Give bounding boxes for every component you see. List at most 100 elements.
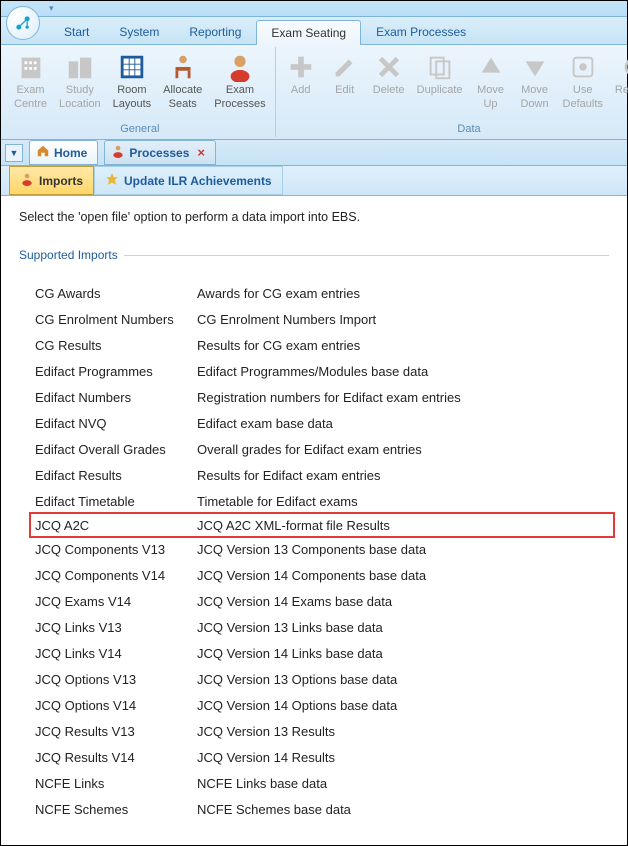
ribbon-button-label: Use bbox=[573, 84, 593, 97]
ribbon-button-add: Add bbox=[279, 47, 323, 122]
import-row[interactable]: Edifact NVQEdifact exam base data bbox=[35, 410, 609, 436]
import-row[interactable]: JCQ Components V13JCQ Version 13 Compone… bbox=[35, 536, 609, 562]
import-name: JCQ Exams V14 bbox=[35, 594, 197, 609]
ribbon-button-label: Refresh bbox=[615, 84, 628, 97]
ribbon-button-label: Add bbox=[291, 84, 311, 97]
tab-list-dropdown[interactable]: ▼ bbox=[5, 144, 23, 162]
import-description: NCFE Links base data bbox=[197, 776, 609, 791]
ribbon-button-label: Exam bbox=[16, 84, 44, 97]
import-name: CG Enrolment Numbers bbox=[35, 312, 197, 327]
sub-tabs: Imports Update ILR Achievements bbox=[1, 166, 627, 196]
ribbon-button-room[interactable]: RoomLayouts bbox=[107, 47, 158, 122]
import-row[interactable]: JCQ Results V13JCQ Version 13 Results bbox=[35, 718, 609, 744]
ribbon-button-label: Move bbox=[477, 84, 504, 97]
ribbon-tab-exam-seating[interactable]: Exam Seating bbox=[256, 20, 361, 45]
import-row[interactable]: JCQ Components V14JCQ Version 14 Compone… bbox=[35, 562, 609, 588]
import-name: Edifact Numbers bbox=[35, 390, 197, 405]
ribbon-tab-reporting[interactable]: Reporting bbox=[174, 19, 256, 44]
pencil-icon bbox=[329, 51, 361, 83]
plus-icon bbox=[285, 51, 317, 83]
import-name: Edifact Timetable bbox=[35, 494, 197, 509]
sub-tab-update-ilr-achievements[interactable]: Update ILR Achievements bbox=[94, 166, 283, 195]
ribbon-button-allocate[interactable]: AllocateSeats bbox=[157, 47, 208, 122]
import-row[interactable]: CG AwardsAwards for CG exam entries bbox=[35, 280, 609, 306]
import-description: Results for CG exam entries bbox=[197, 338, 609, 353]
import-row[interactable]: JCQ Results V14JCQ Version 14 Results bbox=[35, 744, 609, 770]
import-row[interactable]: Edifact TimetableTimetable for Edifact e… bbox=[35, 488, 609, 514]
import-row[interactable]: NCFE SchemesNCFE Schemes base data bbox=[35, 796, 609, 822]
group-header: Supported Imports bbox=[19, 248, 609, 262]
building2-icon bbox=[64, 51, 96, 83]
import-row[interactable]: JCQ Exams V14JCQ Version 14 Exams base d… bbox=[35, 588, 609, 614]
ribbon-button-label: Centre bbox=[14, 98, 47, 111]
ribbon-button-edit: Edit bbox=[323, 47, 367, 122]
import-row[interactable]: JCQ Links V14JCQ Version 14 Links base d… bbox=[35, 640, 609, 666]
import-name: JCQ Components V14 bbox=[35, 568, 197, 583]
import-row[interactable]: JCQ Options V14JCQ Version 14 Options ba… bbox=[35, 692, 609, 718]
ribbon-button-delete: Delete bbox=[367, 47, 411, 122]
ribbon-tabs: StartSystemReportingExam SeatingExam Pro… bbox=[1, 17, 627, 45]
ribbon-button-refresh: Refresh bbox=[609, 47, 628, 122]
star-icon bbox=[105, 172, 119, 189]
instruction-text: Select the 'open file' option to perform… bbox=[19, 210, 609, 224]
doc-tab-processes[interactable]: Processes × bbox=[104, 140, 216, 165]
sub-tab-label: Imports bbox=[39, 174, 83, 188]
import-name: JCQ Links V13 bbox=[35, 620, 197, 635]
person-red-icon bbox=[20, 172, 34, 189]
import-description: JCQ Version 13 Links base data bbox=[197, 620, 609, 635]
import-row[interactable]: CG Enrolment NumbersCG Enrolment Numbers… bbox=[35, 306, 609, 332]
ribbon-button-move: MoveDown bbox=[513, 47, 557, 122]
import-name: CG Awards bbox=[35, 286, 197, 301]
close-icon[interactable]: × bbox=[197, 145, 205, 160]
ribbon-button-label: Delete bbox=[373, 84, 405, 97]
ribbon-button-label: Seats bbox=[169, 98, 197, 111]
import-name: JCQ Results V14 bbox=[35, 750, 197, 765]
import-name: JCQ Results V13 bbox=[35, 724, 197, 739]
import-description: JCQ Version 14 Results bbox=[197, 750, 609, 765]
ribbon-tab-exam-processes[interactable]: Exam Processes bbox=[361, 19, 481, 44]
import-name: JCQ Options V13 bbox=[35, 672, 197, 687]
import-name: Edifact Overall Grades bbox=[35, 442, 197, 457]
ribbon-button-label: Defaults bbox=[563, 98, 603, 111]
defaults-icon bbox=[567, 51, 599, 83]
sub-tab-imports[interactable]: Imports bbox=[9, 166, 94, 195]
ribbon-tab-start[interactable]: Start bbox=[49, 19, 104, 44]
import-description: Edifact exam base data bbox=[197, 416, 609, 431]
ribbon-button-label: Edit bbox=[335, 84, 354, 97]
ribbon-button-exam[interactable]: ExamProcesses bbox=[208, 47, 271, 122]
ribbon-button-label: Processes bbox=[214, 98, 265, 111]
import-row[interactable]: JCQ A2CJCQ A2C XML-format file Results bbox=[29, 512, 615, 538]
import-row[interactable]: Edifact ResultsResults for Edifact exam … bbox=[35, 462, 609, 488]
ribbon-button-label: Exam bbox=[226, 84, 254, 97]
sub-tab-label: Update ILR Achievements bbox=[124, 174, 272, 188]
import-row[interactable]: CG ResultsResults for CG exam entries bbox=[35, 332, 609, 358]
home-icon bbox=[36, 144, 50, 161]
import-description: Awards for CG exam entries bbox=[197, 286, 609, 301]
group-label: Supported Imports bbox=[19, 248, 118, 262]
qat-dropdown-icon[interactable]: ▾ bbox=[49, 3, 54, 14]
down-icon bbox=[519, 51, 551, 83]
import-row[interactable]: JCQ Links V13JCQ Version 13 Links base d… bbox=[35, 614, 609, 640]
import-description: Overall grades for Edifact exam entries bbox=[197, 442, 609, 457]
app-menu-button[interactable] bbox=[6, 6, 40, 40]
import-row[interactable]: Edifact ProgrammesEdifact Programmes/Mod… bbox=[35, 358, 609, 384]
building-icon bbox=[15, 51, 47, 83]
import-description: JCQ A2C XML-format file Results bbox=[197, 518, 609, 533]
content-panel: Select the 'open file' option to perform… bbox=[1, 196, 627, 836]
import-row[interactable]: NCFE LinksNCFE Links base data bbox=[35, 770, 609, 796]
import-name: NCFE Links bbox=[35, 776, 197, 791]
ribbon-group-general: ExamCentreStudyLocationRoomLayoutsAlloca… bbox=[5, 47, 276, 137]
import-name: Edifact Results bbox=[35, 468, 197, 483]
ribbon-tab-system[interactable]: System bbox=[104, 19, 174, 44]
import-name: JCQ Links V14 bbox=[35, 646, 197, 661]
doc-tab-label: Processes bbox=[129, 146, 189, 160]
import-row[interactable]: JCQ Options V13JCQ Version 13 Options ba… bbox=[35, 666, 609, 692]
import-description: JCQ Version 14 Exams base data bbox=[197, 594, 609, 609]
import-description: JCQ Version 13 Options base data bbox=[197, 672, 609, 687]
import-description: JCQ Version 14 Options base data bbox=[197, 698, 609, 713]
person-red-icon bbox=[111, 144, 125, 161]
doc-tab-home[interactable]: Home bbox=[29, 140, 98, 165]
import-name: JCQ Options V14 bbox=[35, 698, 197, 713]
import-row[interactable]: Edifact Overall GradesOverall grades for… bbox=[35, 436, 609, 462]
import-row[interactable]: Edifact NumbersRegistration numbers for … bbox=[35, 384, 609, 410]
